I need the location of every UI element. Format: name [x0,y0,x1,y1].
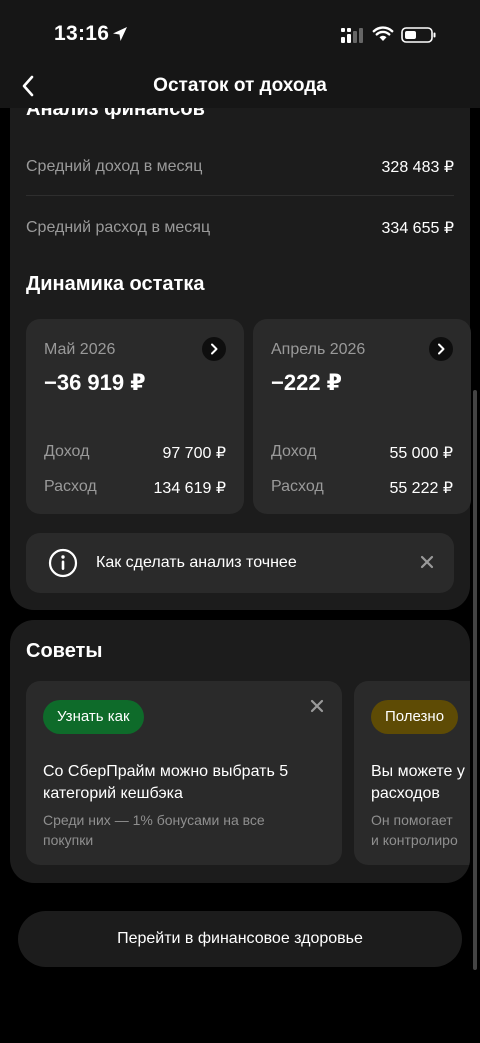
info-icon [48,548,78,578]
avg-income-row: Средний доход в месяц 328 483 ₽ [26,147,454,187]
income-label: Доход [44,443,90,460]
avg-income-value: 328 483 ₽ [381,159,454,176]
battery-icon [401,27,436,43]
month-income-row: Доход 55 000 ₽ [271,443,453,463]
divider [26,195,454,196]
advice-headline: Вы можете у расходов [371,763,465,802]
avg-expense-row: Средний расход в месяц 334 655 ₽ [26,208,454,248]
income-value: 55 000 ₽ [389,445,453,462]
advice-tag[interactable]: Узнать как [43,700,144,734]
advice-card: Советы Узнать как Со СберПрайм можно выб… [10,620,470,883]
chevron-right-icon [438,343,445,355]
chevron-right-icon [211,343,218,355]
advice-item-useful[interactable]: Полезно Вы можете у расходов Он помогает… [354,681,470,865]
month-card-april[interactable]: Апрель 2026 −222 ₽ Доход 55 000 ₽ Расход… [253,319,471,514]
avg-expense-value: 334 655 ₽ [381,220,454,237]
status-bar: 13:16 [0,0,480,70]
signal-icon [341,28,363,43]
month-balance: −222 ₽ [271,370,342,395]
tip-text: Как сделать анализ точнее [96,554,297,571]
month-name: Май 2026 [44,341,116,358]
wifi-icon [372,26,394,41]
expense-value: 134 619 ₽ [153,480,226,497]
month-arrow-button[interactable] [202,337,226,361]
month-expense-row: Расход 55 222 ₽ [271,478,453,498]
month-balance: −36 919 ₽ [44,370,146,395]
month-income-row: Доход 97 700 ₽ [44,443,226,463]
expense-label: Расход [44,478,97,495]
expense-value: 55 222 ₽ [389,480,453,497]
advice-tag[interactable]: Полезно [371,700,459,734]
scrollbar[interactable] [473,390,477,970]
financial-health-button[interactable]: Перейти в финансовое здоровье [18,911,462,967]
avg-income-label: Средний доход в месяц [26,158,203,175]
income-value: 97 700 ₽ [162,445,226,462]
dynamics-title: Динамика остатка [26,273,205,295]
month-name: Апрель 2026 [271,341,366,358]
status-time: 13:16 [54,22,110,45]
month-arrow-button[interactable] [429,337,453,361]
month-expense-row: Расход 134 619 ₽ [44,478,226,498]
advice-subtext: Он помогает и контролиро [371,812,458,848]
advice-subtext: Среди них — 1% бонусами на все покупки [43,812,265,848]
income-label: Доход [271,443,317,460]
page-title: Остаток от дохода [153,75,327,96]
avg-expense-label: Средний расход в месяц [26,219,211,236]
advice-item-sberprime[interactable]: Узнать как Со СберПрайм можно выбрать 5 … [26,681,342,865]
close-icon[interactable] [418,553,436,571]
month-card-may[interactable]: Май 2026 −36 919 ₽ Доход 97 700 ₽ Расход… [26,319,244,514]
expense-label: Расход [271,478,324,495]
advice-headline: Со СберПрайм можно выбрать 5 категорий к… [43,763,289,802]
analysis-tip-banner[interactable]: Как сделать анализ точнее [26,533,454,593]
advice-title: Советы [26,640,103,662]
close-icon[interactable] [308,697,326,715]
location-arrow-icon [113,27,127,41]
nav-bar: Остаток от дохода [0,62,480,108]
